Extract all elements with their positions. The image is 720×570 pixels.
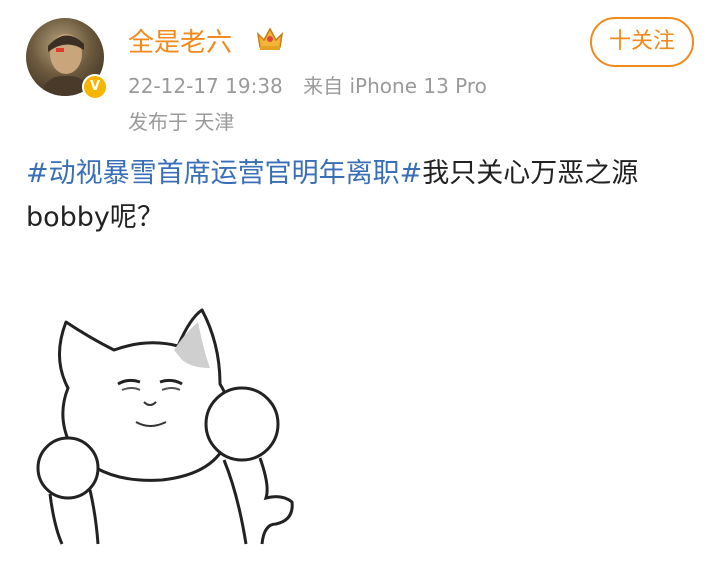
cat-meme-sticker[interactable] <box>32 298 302 558</box>
post-time: 22-12-17 19:38 <box>128 74 283 98</box>
topic-link[interactable]: #动视暴雪首席运营官明年离职# <box>26 158 422 189</box>
crown-icon <box>256 27 284 50</box>
post-location: 发布于 天津 <box>128 110 235 134</box>
avatar[interactable]: V <box>26 18 108 100</box>
verified-badge-icon: V <box>82 74 108 100</box>
post-source: 来自 iPhone 13 Pro <box>303 74 487 98</box>
post-text: #动视暴雪首席运营官明年离职#我只关心万恶之源bobby呢？ <box>26 152 696 240</box>
follow-button[interactable]: 十关注 <box>590 17 694 67</box>
username[interactable]: 全是老六 <box>128 22 232 59</box>
post-meta: 22-12-17 19:38 来自 iPhone 13 Pro <box>128 70 501 99</box>
